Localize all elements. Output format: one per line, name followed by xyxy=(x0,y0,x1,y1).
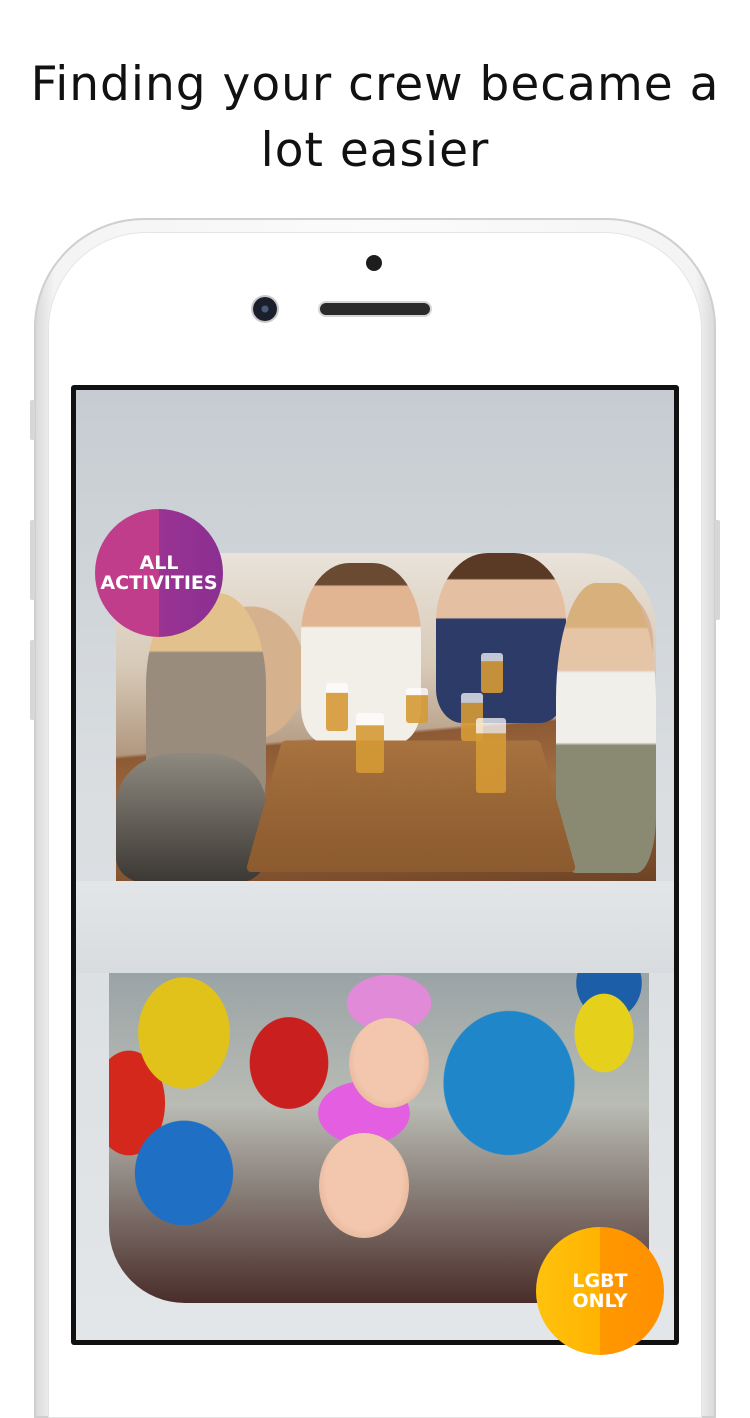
glass-2 xyxy=(356,713,384,773)
person-5 xyxy=(116,753,266,881)
lgbt-only-line-1: LGBT xyxy=(572,1270,628,1292)
all-activities-line-2: ACTIVITIES xyxy=(100,572,218,594)
glass-5 xyxy=(481,653,503,693)
shelf-divider xyxy=(76,881,674,973)
person-3 xyxy=(436,553,566,723)
glass-3 xyxy=(406,688,428,723)
glass-1 xyxy=(326,683,348,731)
all-activities-badge[interactable]: ALL ACTIVITIES xyxy=(95,509,223,637)
headline: Finding your crew became a lot easier xyxy=(0,52,750,184)
all-activities-line-1: ALL xyxy=(139,552,179,574)
side-button-left-1 xyxy=(30,400,35,440)
proximity-sensor xyxy=(366,255,382,271)
table xyxy=(245,740,577,873)
earpiece-speaker xyxy=(320,303,430,315)
face-bottom xyxy=(319,1133,409,1238)
headline-line-2: lot easier xyxy=(260,123,490,178)
glass-6 xyxy=(476,718,506,793)
lgbt-only-badge[interactable]: LGBT ONLY xyxy=(536,1227,664,1355)
person-4 xyxy=(556,583,656,873)
side-button-left-3 xyxy=(30,640,35,720)
front-camera-icon xyxy=(253,297,277,321)
face-top xyxy=(349,1018,429,1108)
side-button-right xyxy=(715,520,720,620)
side-button-left-2 xyxy=(30,520,35,600)
headline-line-1: Finding your crew became a xyxy=(30,57,720,112)
lgbt-only-line-2: ONLY xyxy=(572,1290,628,1312)
